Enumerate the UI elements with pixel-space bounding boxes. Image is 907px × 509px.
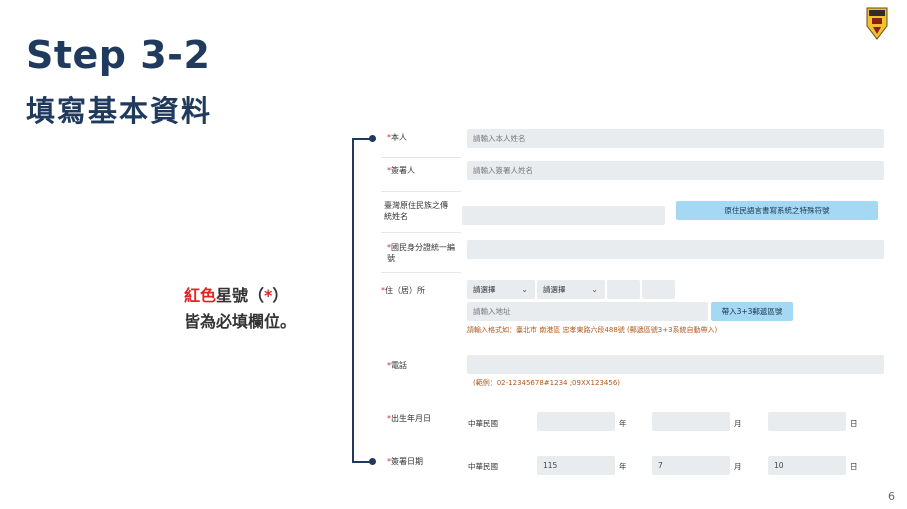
city-select[interactable]: 請選擇 ⌄ <box>467 280 535 299</box>
note-red-text: 紅色 <box>184 286 217 305</box>
phone-label: *電話 <box>387 361 407 370</box>
zip-first-input[interactable] <box>607 280 640 299</box>
required-fields-note: 紅色星號（*） 皆為必填欄位。 <box>184 283 296 335</box>
row-divider <box>381 191 461 192</box>
phone-hint: (範例：02-12345678#1234 ;09XX123456) <box>473 379 621 387</box>
indigenous-name-input[interactable] <box>462 206 665 225</box>
sign-day-unit: 日 <box>850 462 858 471</box>
id-number-input[interactable] <box>467 240 884 259</box>
zip-second-input[interactable] <box>642 280 675 299</box>
sign-month-input[interactable]: 7 <box>652 456 730 475</box>
phone-input[interactable] <box>467 355 884 374</box>
slide-title: Step 3-2 <box>26 33 211 77</box>
sign-month-unit: 月 <box>734 462 742 471</box>
bracket-line <box>352 138 354 462</box>
bracket-top-dot <box>369 135 376 142</box>
note-text-close: ） <box>272 286 289 305</box>
signer-label: *簽署人 <box>387 166 415 175</box>
name-label: *本人 <box>387 133 407 142</box>
id-number-label: *國民身分證統一編號 <box>387 243 455 263</box>
address-input[interactable]: 請輸入地址 <box>467 302 708 321</box>
birth-day-input[interactable] <box>768 412 846 431</box>
sign-year-unit: 年 <box>619 462 627 471</box>
birth-day-unit: 日 <box>850 419 858 428</box>
birth-month-unit: 月 <box>734 419 742 428</box>
indigenous-name-label: 臺灣原住民族之傳 統姓名 <box>384 201 448 221</box>
row-divider <box>381 157 461 158</box>
slide-subtitle: 填寫基本資料 <box>26 94 213 128</box>
chevron-down-icon: ⌄ <box>591 285 598 294</box>
birth-era: 中華民國 <box>468 419 498 428</box>
district-select[interactable]: 請選擇 ⌄ <box>537 280 605 299</box>
sign-year-input[interactable]: 115 <box>537 456 615 475</box>
sign-date-era: 中華民國 <box>468 462 498 471</box>
birth-month-input[interactable] <box>652 412 730 431</box>
birth-year-unit: 年 <box>619 419 627 428</box>
bracket-bottom-dot <box>369 458 376 465</box>
signer-input[interactable]: 請輸入簽署人姓名 <box>467 161 884 180</box>
fill-zip-button[interactable]: 帶入3+3郵遞區號 <box>711 302 793 321</box>
chevron-down-icon: ⌄ <box>521 285 528 294</box>
sign-date-label: *簽署日期 <box>387 457 423 466</box>
basic-info-form: *本人 請輸入本人姓名 *簽署人 請輸入簽署人姓名 臺灣原住民族之傳 統姓名 原住… <box>381 122 891 480</box>
address-hint: 請輸入格式如：臺北市 南港區 忠孝東路六段488號 (郵遞區號3+3系統自動帶入… <box>467 326 718 334</box>
row-divider <box>381 232 461 233</box>
sign-day-input[interactable]: 10 <box>768 456 846 475</box>
birth-year-input[interactable] <box>537 412 615 431</box>
note-text: 星號（ <box>216 286 265 305</box>
school-emblem-icon <box>866 7 888 40</box>
page-number: 6 <box>888 490 895 503</box>
name-input[interactable]: 請輸入本人姓名 <box>467 129 884 148</box>
birth-label: *出生年月日 <box>387 414 431 423</box>
address-label: *住（居）所 <box>381 286 425 295</box>
note-line2: 皆為必填欄位。 <box>184 312 297 331</box>
row-divider <box>381 272 461 273</box>
indigenous-symbols-button[interactable]: 原住民語言書寫系統之特殊符號 <box>676 201 878 220</box>
